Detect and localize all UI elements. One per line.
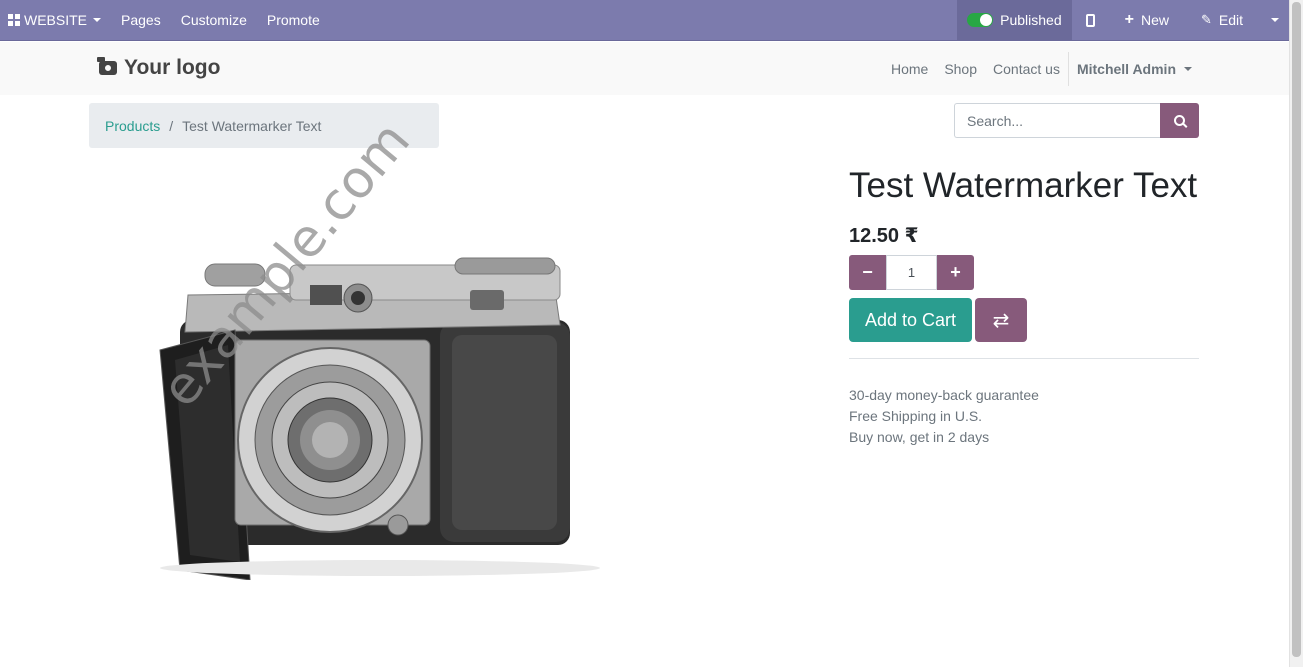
caret-down-icon [93,18,102,22]
toggle-switch-icon[interactable] [967,13,994,27]
breadcrumb-current: Test Watermarker Text [182,117,322,134]
site-header: Your logo Home Shop Contact us Mitchell … [0,42,1289,95]
product-search [954,103,1199,138]
page-scrollbar[interactable] [1289,0,1303,667]
product-price: 12.50 ₹ [849,225,919,247]
website-menu-label: WEBSITE [24,12,88,28]
plus-icon: + [950,262,961,282]
user-menu[interactable]: Mitchell Admin [1069,61,1192,77]
admin-bar: WEBSITE Pages Customize Promote Publishe… [0,0,1289,41]
feature-item: Free Shipping in U.S. [849,408,983,424]
pencil-icon: ✎ [1200,12,1212,27]
website-menu[interactable]: WEBSITE [0,0,111,40]
edit-label: Edit [1218,12,1243,28]
quantity-decrease-button[interactable]: − [849,255,886,290]
site-logo[interactable]: Your logo [97,56,221,80]
search-input[interactable] [954,103,1161,138]
search-icon [1174,115,1186,126]
nav-shop[interactable]: Shop [936,61,985,77]
feature-item: Buy now, get in 2 days [849,429,990,445]
caret-down-icon [1271,18,1279,22]
quantity-input[interactable] [886,255,937,290]
mobile-icon [1085,13,1095,27]
customize-menu[interactable]: Customize [171,0,257,40]
logo-text: Your logo [124,56,221,79]
compare-button[interactable]: ⇄ [975,298,1027,342]
divider [849,358,1199,359]
add-to-cart-button[interactable]: Add to Cart [849,298,972,342]
mobile-preview-button[interactable] [1072,0,1109,40]
edit-dropdown-toggle[interactable] [1259,0,1289,40]
pages-menu[interactable]: Pages [111,0,171,40]
quantity-stepper: − + [849,255,974,290]
nav-contact-us[interactable]: Contact us [985,61,1068,77]
breadcrumb-separator: / [169,117,174,134]
scrollbar-thumb[interactable] [1292,2,1301,657]
new-button[interactable]: + New [1109,0,1185,40]
apps-grid-icon [8,14,20,26]
publish-toggle[interactable]: Published [957,0,1072,40]
product-title: Test Watermarker Text [849,166,1198,205]
new-label: New [1140,12,1169,28]
plus-icon: + [1124,11,1134,28]
product-features: 30-day money-back guarantee Free Shippin… [849,385,1039,448]
nav-home[interactable]: Home [883,61,936,77]
edit-button[interactable]: ✎ Edit [1185,0,1259,40]
promote-menu[interactable]: Promote [257,0,330,40]
search-button[interactable] [1160,103,1199,138]
feature-item: 30-day money-back guarantee [849,387,1039,403]
product-image [159,257,600,580]
compare-arrows-icon: ⇄ [992,309,1010,332]
caret-down-icon [1184,66,1192,71]
user-name: Mitchell Admin [1076,60,1176,77]
breadcrumb-products-link[interactable]: Products [105,118,160,134]
camera-icon [97,57,117,75]
published-label: Published [1000,12,1062,28]
quantity-increase-button[interactable]: + [937,255,974,290]
minus-icon: − [862,262,873,282]
main-nav: Home Shop Contact us Mitchell Admin [883,42,1192,95]
